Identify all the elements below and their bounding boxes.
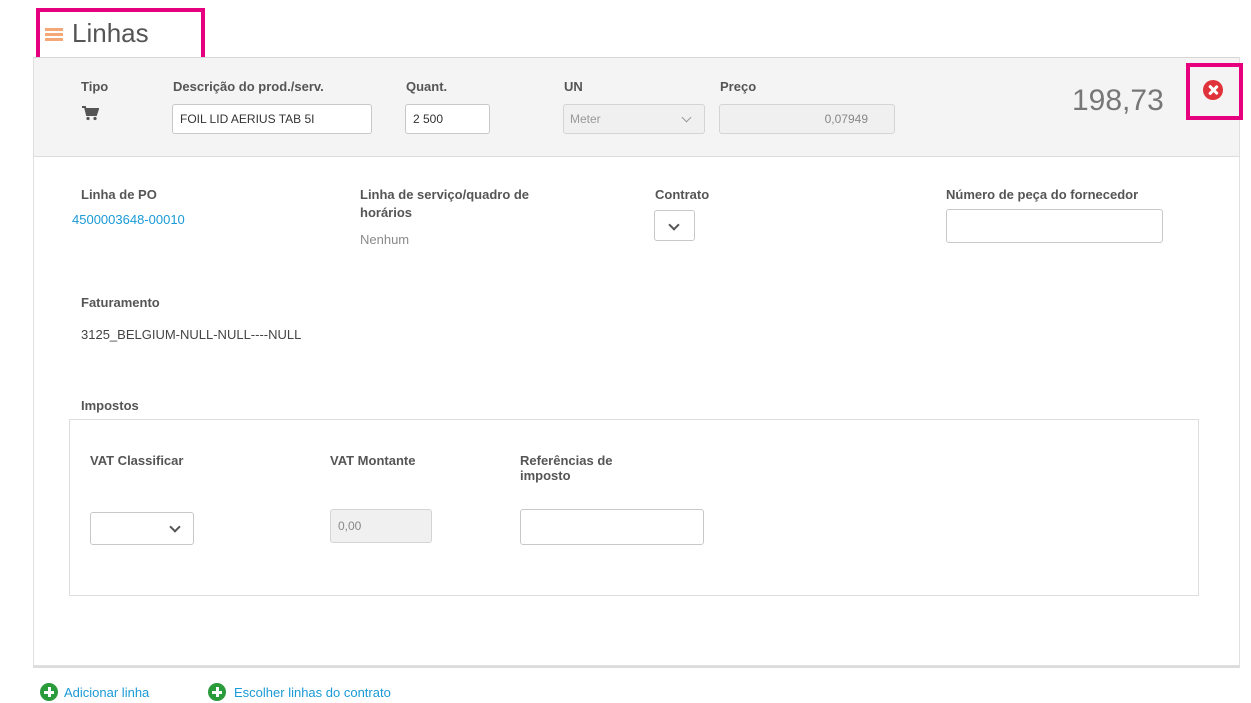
taxes-label: Impostos — [81, 398, 139, 413]
service-line-label-1: Linha de serviço/quadro de — [360, 187, 530, 202]
preco-label: Preço — [720, 79, 757, 94]
service-line-label-2: horários — [360, 205, 413, 220]
contract-label: Contrato — [655, 187, 710, 202]
billing-value: 3125_BELGIUM-NULL-NULL----NULL — [81, 327, 302, 342]
line-total: 198,73 — [1072, 84, 1164, 117]
taxes-panel — [69, 419, 1199, 596]
preco-input: 0,07949 — [719, 104, 895, 134]
add-line-label: Adicionar linha — [64, 685, 150, 700]
quant-label: Quant. — [406, 79, 448, 94]
descricao-label: Descrição do prod./serv. — [173, 79, 324, 94]
vat-amount-input: 0,00 — [330, 509, 432, 543]
chevron-down-icon — [668, 219, 680, 231]
chevron-down-icon — [681, 112, 692, 123]
un-label: UN — [564, 79, 583, 94]
choose-contract-lines-label: Escolher linhas do contrato — [234, 685, 391, 700]
quant-input[interactable]: 2 500 — [405, 104, 490, 134]
chevron-down-icon — [169, 521, 181, 533]
billing-label: Faturamento — [81, 295, 160, 310]
contract-select[interactable] — [654, 210, 695, 241]
un-select-value: Meter — [570, 112, 601, 126]
vat-class-label: VAT Classificar — [90, 453, 184, 468]
plus-circle-icon — [208, 683, 226, 701]
cart-icon — [81, 105, 100, 126]
supplier-part-input[interactable] — [946, 209, 1163, 243]
highlight-box-close — [1186, 63, 1243, 120]
descricao-input[interactable]: FOIL LID AERIUS TAB 5I — [172, 104, 372, 134]
footer-divider — [33, 666, 1240, 668]
plus-circle-icon — [40, 683, 58, 701]
po-line-link[interactable]: 4500003648-00010 — [72, 212, 185, 227]
tax-refs-label-2: imposto — [520, 468, 571, 483]
tax-refs-label-1: Referências de — [520, 453, 613, 468]
tipo-label: Tipo — [81, 79, 109, 94]
service-line-value: Nenhum — [360, 232, 410, 247]
vat-class-select[interactable] — [90, 512, 194, 545]
po-line-label: Linha de PO — [81, 187, 157, 202]
supplier-part-label: Número de peça do fornecedor — [946, 187, 1139, 202]
un-select: Meter — [563, 104, 705, 134]
vat-amount-label: VAT Montante — [330, 453, 416, 468]
tax-refs-input[interactable] — [520, 509, 704, 545]
